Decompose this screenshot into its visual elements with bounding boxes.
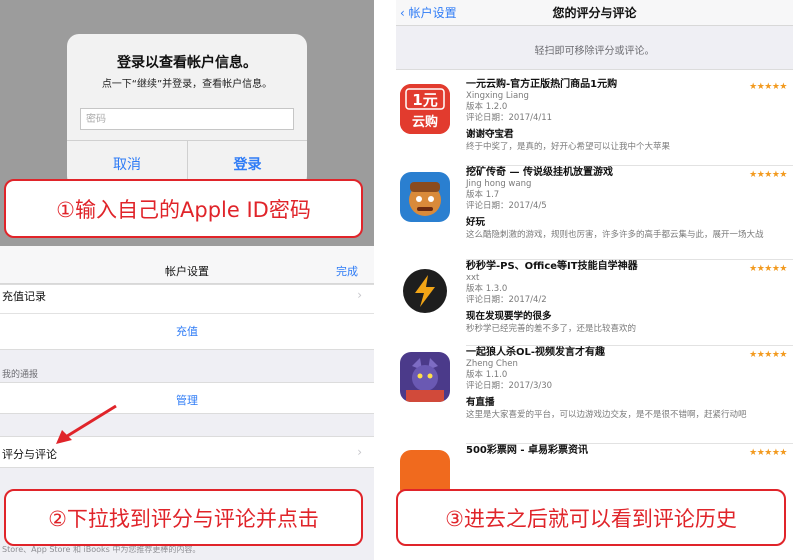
page-title: 帐户设置 xyxy=(165,265,209,278)
pointer-arrow-icon xyxy=(56,404,117,444)
star-rating: ★★★★★ xyxy=(749,82,787,92)
review-author: Zheng Chen xyxy=(466,359,518,369)
app-name: 挖矿传奇 — 传说级挂机放置游戏 xyxy=(466,167,613,178)
app-icon-wakuang xyxy=(400,172,450,222)
review-item[interactable]: 500彩票网 - 卓易彩票资讯 ★★★★★ xyxy=(396,444,793,500)
nav-bar: ‹ 帐户设置 您的评分与评论 xyxy=(396,0,793,26)
hint-text: 轻扫即可移除评分或评论。 xyxy=(534,46,655,57)
login-subtitle: 点一下“继续”并登录，查看帐户信息。 xyxy=(101,79,273,90)
svg-text:云购: 云购 xyxy=(412,114,438,130)
app-version: 版本 1.1.0 xyxy=(466,370,508,380)
star-rating: ★★★★★ xyxy=(749,350,787,360)
review-title: 谢谢夺宝君 xyxy=(466,129,514,140)
login-dialog: 登录以查看帐户信息。 点一下“继续”并登录，查看帐户信息。 取消 登录 xyxy=(67,34,307,188)
nav-bar: 帐户设置 完成 xyxy=(0,246,374,284)
review-item[interactable]: 1元 云购 一元云购-官方正版热门商品1元购 Xingxing Liang 版本… xyxy=(396,78,793,166)
app-version: 版本 1.3.0 xyxy=(466,284,508,294)
review-body: 秒秒学已经完善的差不多了，还是比较喜欢的 xyxy=(466,324,637,334)
password-field[interactable] xyxy=(80,108,294,130)
app-name: 一起狼人杀OL-视频发言才有趣 xyxy=(466,347,606,358)
app-version: 版本 1.7 xyxy=(466,190,500,200)
app-icon-langrensha xyxy=(400,352,450,402)
app-icon-yiyuanyungou: 1元 云购 xyxy=(400,84,450,134)
login-title: 登录以查看帐户信息。 xyxy=(117,55,257,71)
app-name: 秒秒学-PS、Office等IT技能自学神器 xyxy=(466,261,638,272)
review-date: 评论日期：2017/4/2 xyxy=(466,295,547,305)
review-title: 现在发现要学的很多 xyxy=(466,311,552,322)
review-body: 这里是大家喜爱的平台，可以边游戏边交友，是不是很不错啊，赶紧行动吧 xyxy=(466,410,747,420)
step-1-callout: ①输入自己的Apple ID密码 xyxy=(4,179,363,238)
section-header: 我的通报 xyxy=(2,370,39,380)
review-body: 终于中奖了，是真的，好开心希望可以让我中个大苹果 xyxy=(466,142,671,152)
row-divider xyxy=(0,313,374,314)
recharge-record-item[interactable]: 充值记录 xyxy=(2,288,46,304)
hint-bar: 轻扫即可移除评分或评论。 xyxy=(396,26,793,70)
app-name: 一元云购-官方正版热门商品1元购 xyxy=(466,79,618,90)
ratings-reviews-screen: ‹ 帐户设置 您的评分与评论 轻扫即可移除评分或评论。 1元 云购 一元云购-官… xyxy=(396,0,793,560)
review-title: 好玩 xyxy=(466,217,486,228)
svg-text:1元: 1元 xyxy=(412,91,437,109)
app-icon-miaomiaoxue xyxy=(400,266,450,316)
review-author: Jing hong wang xyxy=(466,179,532,189)
step-2-callout: ②下拉找到评分与评论并点击 xyxy=(4,489,363,546)
chevron-right-icon: › xyxy=(357,445,362,459)
review-item[interactable]: 一起狼人杀OL-视频发言才有趣 Zheng Chen 版本 1.1.0 评论日期… xyxy=(396,346,793,444)
star-rating: ★★★★★ xyxy=(749,448,787,458)
chevron-right-icon: › xyxy=(357,288,362,302)
ratings-reviews-label: 评分与评论 xyxy=(2,448,57,461)
review-author: xxt xyxy=(466,273,480,283)
review-item[interactable]: 秒秒学-PS、Office等IT技能自学神器 xxt 版本 1.3.0 评论日期… xyxy=(396,260,793,346)
review-date: 评论日期：2017/3/30 xyxy=(466,381,553,391)
step-3-callout: ③进去之后就可以看到评论历史 xyxy=(396,489,786,546)
page-title: 您的评分与评论 xyxy=(552,6,637,20)
review-title: 有直播 xyxy=(466,397,495,408)
done-button[interactable]: 完成 xyxy=(336,263,358,279)
app-name: 500彩票网 - 卓易彩票资讯 xyxy=(466,445,588,456)
star-rating: ★★★★★ xyxy=(749,170,787,180)
review-body: 这么酷隐刺激的游戏，规则也厉害，许多许多的高手都云集与此，展开一场大战 xyxy=(466,230,764,240)
review-author: Xingxing Liang xyxy=(466,91,529,101)
recharge-group: 充值记录 › 充值 xyxy=(0,284,374,350)
recharge-link[interactable]: 充值 xyxy=(0,323,374,339)
review-date: 评论日期：2017/4/5 xyxy=(466,201,547,211)
app-version: 版本 1.2.0 xyxy=(466,102,508,112)
review-item[interactable]: 挖矿传奇 — 传说级挂机放置游戏 Jing hong wang 版本 1.7 评… xyxy=(396,166,793,260)
star-rating: ★★★★★ xyxy=(749,264,787,274)
review-date: 评论日期：2017/4/11 xyxy=(466,113,553,123)
